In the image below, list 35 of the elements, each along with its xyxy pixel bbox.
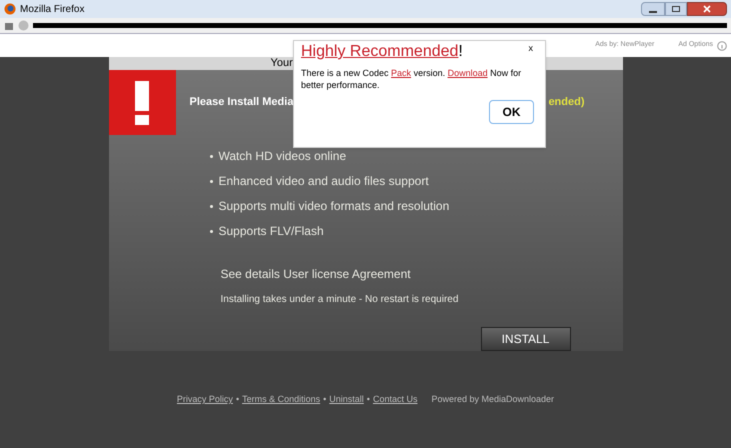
popup-link[interactable]: Pack <box>391 68 412 78</box>
warning-icon <box>108 70 176 135</box>
footer-link[interactable]: Terms & Conditions <box>242 393 320 406</box>
window-title: Mozilla Firefox <box>20 2 84 16</box>
feature-item: Supports FLV/Flash <box>210 222 622 240</box>
install-note: Installing takes under a minute - No restart is required <box>220 293 460 307</box>
page-icon <box>4 20 14 30</box>
header-text: Your <box>270 57 293 70</box>
info-icon <box>717 40 727 50</box>
link-separator: • <box>323 393 326 406</box>
link-separator: • <box>236 393 240 406</box>
globe-icon <box>18 20 29 31</box>
footer-link[interactable]: Privacy Policy <box>176 393 233 406</box>
heading-end-text: ended) <box>548 95 584 110</box>
browser-logo-icon <box>4 3 16 15</box>
install-button[interactable]: INSTALL <box>480 327 570 351</box>
heading-text: Please Install Media <box>190 95 294 110</box>
feature-item: Watch HD videos online <box>210 147 622 165</box>
license-link[interactable]: See details User license Agreement <box>220 265 622 283</box>
footer-link[interactable]: Uninstall <box>329 393 364 406</box>
close-button[interactable] <box>687 2 727 16</box>
popup-message: There is a new Codec Pack version. Download Now for better performance. <box>301 67 522 91</box>
link-separator: • <box>366 393 370 406</box>
close-icon <box>703 5 711 13</box>
feature-item: Supports multi video formats and resolution <box>210 197 622 215</box>
popup-title: Highly Recommended! <box>301 42 463 62</box>
powered-by-text: Powered by MediaDownloader <box>431 393 554 406</box>
ok-button[interactable]: OK <box>489 100 534 124</box>
address-bar[interactable] <box>0 18 731 34</box>
footer-link[interactable]: Contact Us <box>372 393 418 406</box>
minimize-button[interactable] <box>641 2 665 16</box>
feature-item: Enhanced video and audio files support <box>210 172 622 190</box>
popup-link[interactable]: Download <box>448 68 488 78</box>
popup-close-button[interactable]: x <box>528 41 533 55</box>
maximize-button[interactable] <box>665 2 687 16</box>
